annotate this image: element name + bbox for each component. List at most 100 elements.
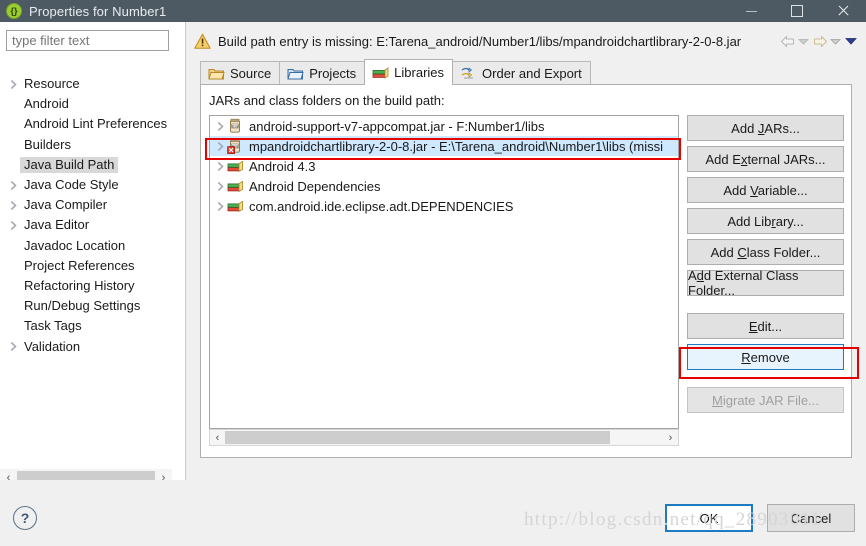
projects-folder-icon bbox=[287, 66, 304, 81]
sidebar-item-refactoring-history[interactable]: Refactoring History bbox=[0, 276, 186, 296]
button-label: Add Library... bbox=[727, 213, 804, 229]
sidebar-item-label: Validation bbox=[24, 338, 81, 354]
add-external-class-folder-button[interactable]: Add External Class Folder... bbox=[687, 268, 844, 298]
add-library-button[interactable]: Add Library... bbox=[687, 208, 844, 234]
sidebar-item-label: Builders bbox=[24, 136, 71, 152]
warning-icon bbox=[194, 33, 211, 50]
build-path-list[interactable]: 010 android-support-v7-appcompat.jar - F:… bbox=[209, 115, 679, 429]
list-scroll-track[interactable] bbox=[225, 430, 663, 445]
button-group-spacer bbox=[687, 375, 844, 387]
list-scroll-right-icon[interactable]: › bbox=[663, 430, 678, 445]
view-menu-chevron-down-icon[interactable] bbox=[843, 32, 858, 50]
back-button[interactable] bbox=[779, 32, 796, 50]
message-bar: Build path entry is missing: E:Tarena_an… bbox=[186, 22, 866, 60]
add-variable-button[interactable]: Add Variable... bbox=[687, 177, 844, 203]
sidebar-item-javadoc-location[interactable]: Javadoc Location bbox=[0, 236, 186, 256]
close-button[interactable] bbox=[820, 0, 866, 22]
list-item-label: mpandroidchartlibrary-2-0-8.jar - E:\Tar… bbox=[249, 138, 663, 154]
sidebar-item-resource[interactable]: Resource bbox=[0, 74, 186, 94]
list-item[interactable]: Android 4.3 bbox=[210, 156, 678, 176]
expand-chevron-right-icon[interactable] bbox=[214, 201, 227, 212]
button-label: Add External Class Folder... bbox=[688, 268, 799, 298]
back-history-chevron-down-icon[interactable] bbox=[796, 32, 811, 50]
button-label: Remove bbox=[741, 349, 790, 365]
filter-input[interactable] bbox=[6, 30, 169, 51]
list-item[interactable]: 010 android-support-v7-appcompat.jar - F:… bbox=[210, 116, 678, 136]
sidebar-item-label: Java Compiler bbox=[24, 197, 108, 213]
list-item-label: Android Dependencies bbox=[249, 178, 381, 194]
list-item[interactable]: com.android.ide.eclipse.adt.DEPENDENCIES bbox=[210, 196, 678, 216]
add-external-jars-button[interactable]: Add External JARs... bbox=[687, 146, 844, 172]
sidebar-item-builders[interactable]: Builders bbox=[0, 135, 186, 155]
add-jars-button[interactable]: Add JARs... bbox=[687, 115, 844, 141]
edit-button[interactable]: Edit... bbox=[687, 313, 844, 339]
jar-error-icon: 010 bbox=[227, 138, 244, 154]
list-horizontal-scrollbar[interactable]: ‹ › bbox=[209, 429, 679, 446]
list-item-label: android-support-v7-appcompat.jar - F:Num… bbox=[249, 118, 545, 134]
tab-source[interactable]: Source bbox=[200, 61, 281, 85]
library-icon bbox=[227, 178, 244, 194]
sidebar-item-label: Java Build Path bbox=[20, 156, 119, 173]
button-label: Add Variable... bbox=[723, 182, 808, 198]
sidebar-item-label: Resource bbox=[24, 76, 80, 92]
maximize-button[interactable] bbox=[774, 0, 820, 22]
list-scroll-left-icon[interactable]: ‹ bbox=[210, 430, 225, 445]
sidebar-item-android-lint-preferences[interactable]: Android Lint Preferences bbox=[0, 114, 186, 134]
list-item-label: com.android.ide.eclipse.adt.DEPENDENCIES bbox=[249, 198, 514, 214]
sidebar-item-label: Refactoring History bbox=[24, 277, 135, 293]
expand-chevron-right-icon[interactable] bbox=[214, 121, 227, 132]
list-scroll-thumb[interactable] bbox=[225, 431, 611, 444]
sidebar-item-android[interactable]: Android bbox=[0, 94, 186, 114]
expand-chevron-right-icon[interactable] bbox=[6, 341, 20, 352]
expand-chevron-right-icon[interactable] bbox=[6, 220, 20, 231]
minimize-icon bbox=[745, 10, 757, 12]
library-icon bbox=[227, 198, 244, 214]
sidebar-item-java-build-path[interactable]: Java Build Path bbox=[0, 155, 186, 175]
sidebar-item-label: Project References bbox=[24, 257, 135, 273]
list-item[interactable]: Android Dependencies bbox=[210, 176, 678, 196]
watermark-text: http://blog.csdn.net/qq_28903011 bbox=[524, 509, 822, 530]
tab-order-and-export[interactable]: Order and Export bbox=[452, 61, 591, 85]
source-folder-icon bbox=[208, 66, 225, 81]
expand-chevron-right-icon[interactable] bbox=[6, 180, 20, 191]
minimize-button[interactable] bbox=[728, 0, 774, 22]
sidebar-item-label: Task Tags bbox=[24, 318, 82, 334]
expand-chevron-right-icon[interactable] bbox=[214, 181, 227, 192]
expand-chevron-right-icon[interactable] bbox=[6, 200, 20, 211]
sidebar-item-label: Android bbox=[24, 96, 69, 112]
close-icon bbox=[837, 5, 849, 17]
sidebar-item-java-code-style[interactable]: Java Code Style bbox=[0, 175, 186, 195]
sidebar-item-label: Java Code Style bbox=[24, 177, 119, 193]
remove-button[interactable]: Remove bbox=[687, 344, 844, 370]
eclipse-properties-icon: {} bbox=[6, 3, 22, 19]
button-label: Add External JARs... bbox=[705, 151, 826, 167]
libraries-tab-panel: JARs and class folders on the build path… bbox=[200, 84, 852, 458]
expand-chevron-right-icon[interactable] bbox=[6, 79, 20, 90]
sidebar-item-run-debug-settings[interactable]: Run/Debug Settings bbox=[0, 296, 186, 316]
migrate-jar-file-button: Migrate JAR File... bbox=[687, 387, 844, 413]
tab-libraries[interactable]: Libraries bbox=[364, 59, 454, 85]
help-icon[interactable]: ? bbox=[13, 506, 37, 530]
add-class-folder-button[interactable]: Add Class Folder... bbox=[687, 239, 844, 265]
list-item[interactable]: 010 mpandroidchartlibrary-2-0-8.jar - E:\… bbox=[210, 136, 678, 156]
tab-label: Libraries bbox=[394, 65, 445, 80]
forward-history-chevron-down-icon[interactable] bbox=[828, 32, 843, 50]
tab-projects[interactable]: Projects bbox=[279, 61, 366, 85]
settings-tree: Resource Android Android Lint Preferences B… bbox=[0, 74, 186, 357]
sidebar-item-label: Android Lint Preferences bbox=[24, 116, 168, 132]
expand-chevron-right-icon[interactable] bbox=[214, 161, 227, 172]
order-export-icon bbox=[460, 66, 477, 81]
sidebar-item-label: Java Editor bbox=[24, 217, 90, 233]
navigation-arrows bbox=[779, 32, 858, 50]
svg-text:010: 010 bbox=[232, 124, 239, 128]
forward-button[interactable] bbox=[811, 32, 828, 50]
expand-chevron-right-icon[interactable] bbox=[214, 141, 227, 152]
action-button-column: Add JARs... Add External JARs... Add Varia… bbox=[687, 115, 844, 418]
sidebar-item-task-tags[interactable]: Task Tags bbox=[0, 316, 186, 336]
sidebar-item-java-compiler[interactable]: Java Compiler bbox=[0, 195, 186, 215]
sidebar-item-java-editor[interactable]: Java Editor bbox=[0, 215, 186, 235]
properties-dialog: {} Properties for Number1 Resource Androi… bbox=[0, 0, 866, 546]
sidebar-item-project-references[interactable]: Project References bbox=[0, 256, 186, 276]
sidebar-item-validation[interactable]: Validation bbox=[0, 336, 186, 356]
settings-content-pane: Build path entry is missing: E:Tarena_an… bbox=[186, 22, 866, 480]
